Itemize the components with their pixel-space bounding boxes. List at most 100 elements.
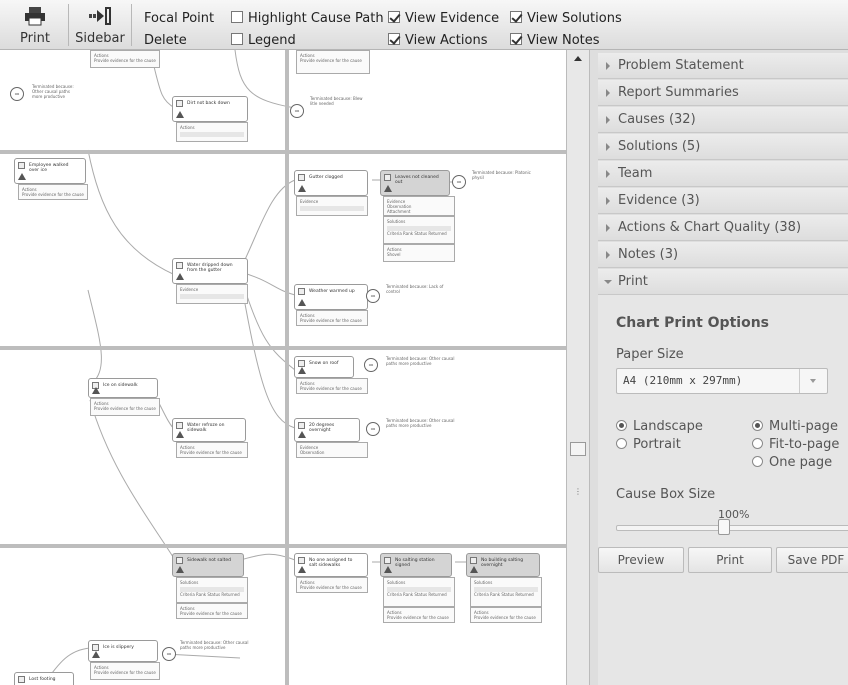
actions-text: Provide evidence for the cause [300,58,362,63]
cause-box[interactable]: 20 degrees overnight [294,418,360,442]
section-evidence[interactable]: Evidence (3) [598,188,848,214]
checkbox-box-checked [510,33,522,45]
actions-field [180,132,244,137]
section-actions-chart-quality[interactable]: Actions & Chart Quality (38) [598,215,848,241]
fit-to-page-label: Fit-to-page [769,437,840,452]
actions-box[interactable]: Actions Provide evidence for the cause [296,310,368,326]
cause-box[interactable]: Ice is slippery [88,640,158,662]
checkbox-box-checked [510,11,522,23]
cause-box[interactable]: Water dripped down from the gutter [172,258,248,284]
solutions-box[interactable]: Solutions Criteria Rank Status Returned [470,577,542,607]
cause-box-highlighted[interactable]: No salting station signed [380,553,452,577]
cause-map-canvas[interactable]: Actions Provide evidence for the cause O… [0,50,566,685]
solutions-label: Solutions [180,580,199,585]
cause-box-size-slider[interactable] [616,525,848,531]
or-gate[interactable]: OR [366,289,380,303]
portrait-radio[interactable]: Portrait [616,437,681,452]
section-label: Evidence (3) [618,193,700,208]
actions-box[interactable]: Actions Provide evidence for the cause [470,607,542,623]
cause-type-icon [176,100,183,107]
cause-box[interactable]: No one assigned to salt sidewalks [294,553,368,577]
evidence-field [300,206,364,211]
multi-page-radio[interactable]: Multi-page [752,419,838,434]
print-options-title: Chart Print Options [616,315,769,331]
cause-box[interactable]: Ice on sidewalk [88,378,158,398]
scroll-up-arrow-icon[interactable] [574,56,582,61]
actions-box[interactable]: Actions Provide evidence for the cause [18,184,88,200]
legend-checkbox[interactable]: Legend [231,33,296,48]
or-gate[interactable]: OR [364,358,378,372]
view-notes-checkbox[interactable]: View Notes [510,33,600,48]
section-print[interactable]: Print [598,269,848,295]
evidence-label: Evidence [300,199,319,204]
highlight-cause-path-checkbox[interactable]: Highlight Cause Path [231,11,384,26]
cause-box-highlighted[interactable]: Sidewalk not salted [172,553,244,577]
or-gate[interactable]: OR [366,422,380,436]
or-gate[interactable]: OR [162,647,176,661]
cause-box[interactable]: Snow on roof [294,356,354,378]
preview-button[interactable]: Preview [598,547,684,573]
solutions-box[interactable]: Solutions Criteria Rank Status Returned [383,577,455,607]
cause-type-icon [298,557,305,564]
section-notes[interactable]: Notes (3) [598,242,848,268]
actions-box[interactable]: Actions [176,122,248,142]
actions-box[interactable]: Actions Provide evidence for the cause [383,607,455,623]
actions-box[interactable]: Actions Provide evidence for the cause [296,378,368,394]
section-solutions[interactable]: Solutions (5) [598,134,848,160]
view-evidence-checkbox[interactable]: View Evidence [388,11,499,26]
section-problem-statement[interactable]: Problem Statement [598,53,848,79]
view-actions-checkbox[interactable]: View Actions [388,33,487,48]
print-button[interactable]: Print [2,2,68,48]
fit-to-page-radio[interactable]: Fit-to-page [752,437,839,452]
panel-resize-grip-icon[interactable]: ⋮ [574,488,582,502]
actions-box[interactable]: Actions Provide evidence for the cause [90,50,160,68]
save-pdf-button[interactable]: Save PDF [776,547,848,573]
cause-box[interactable]: Lost footing [14,672,74,685]
evidence-box[interactable]: Evidence [296,196,368,216]
cause-box[interactable]: Dirt not back down [172,96,248,122]
one-page-radio[interactable]: One page [752,455,832,470]
actions-box[interactable]: Actions Provide evidence for the cause [296,577,368,593]
landscape-radio[interactable]: Landscape [616,419,703,434]
view-solutions-checkbox[interactable]: View Solutions [510,11,622,26]
chevron-right-icon [606,143,610,151]
scrollbar-thumb[interactable] [570,442,586,456]
cause-box-highlighted[interactable]: No building salting overnight [466,553,540,577]
cause-box[interactable]: Employee walked over ice [14,158,86,184]
print-panel-button[interactable]: Print [688,547,772,573]
paper-size-select[interactable]: A4 (210mm x 297mm) [616,368,828,394]
section-team[interactable]: Team [598,161,848,187]
or-gate[interactable]: OR [452,175,466,189]
actions-box[interactable]: Actions Provide evidence for the cause [296,50,370,74]
or-gate[interactable]: OR [290,104,304,118]
actions-box[interactable]: Actions Provide evidence for the cause [90,662,160,680]
section-label: Causes (32) [618,112,696,127]
vertical-scrollbar[interactable]: ⋮ [566,50,590,685]
evidence-box[interactable]: Evidence Observation [296,442,368,458]
focal-point-button[interactable]: Focal Point [144,11,214,26]
section-label: Team [618,166,653,181]
actions-box[interactable]: Actions Provide evidence for the cause [176,603,248,619]
cause-box[interactable]: Water refroze on sidewalk [172,418,246,442]
section-report-summaries[interactable]: Report Summaries [598,80,848,106]
or-gate-label: OR [456,180,462,184]
solutions-box[interactable]: Solutions Criteria Rank Status Returned [176,577,248,603]
evidence-box[interactable]: Evidence Observation Attachment [383,196,455,216]
sidebar-button-label: Sidebar [75,31,125,46]
evidence-box[interactable]: Evidence [176,284,248,304]
actions-box[interactable]: Actions Shovel [383,244,455,262]
actions-box[interactable]: Actions Provide evidence for the cause [176,442,248,458]
slider-thumb[interactable] [718,519,730,535]
actions-text: Provide evidence for the cause [300,585,362,590]
section-causes[interactable]: Causes (32) [598,107,848,133]
sidebar-button[interactable]: Sidebar [70,2,130,48]
cause-box[interactable]: Gutter clogged [294,170,368,196]
solutions-box[interactable]: Solutions Criteria Rank Status Returned [383,216,455,244]
warning-icon [298,566,306,573]
delete-button[interactable]: Delete [144,33,187,48]
or-gate[interactable]: OR [10,87,24,101]
cause-box[interactable]: Weather warmed up [294,284,368,310]
actions-box[interactable]: Actions Provide evidence for the cause [90,398,160,416]
cause-text: Weather warmed up [309,289,355,294]
cause-box-highlighted[interactable]: Leaves not cleaned out [380,170,450,196]
